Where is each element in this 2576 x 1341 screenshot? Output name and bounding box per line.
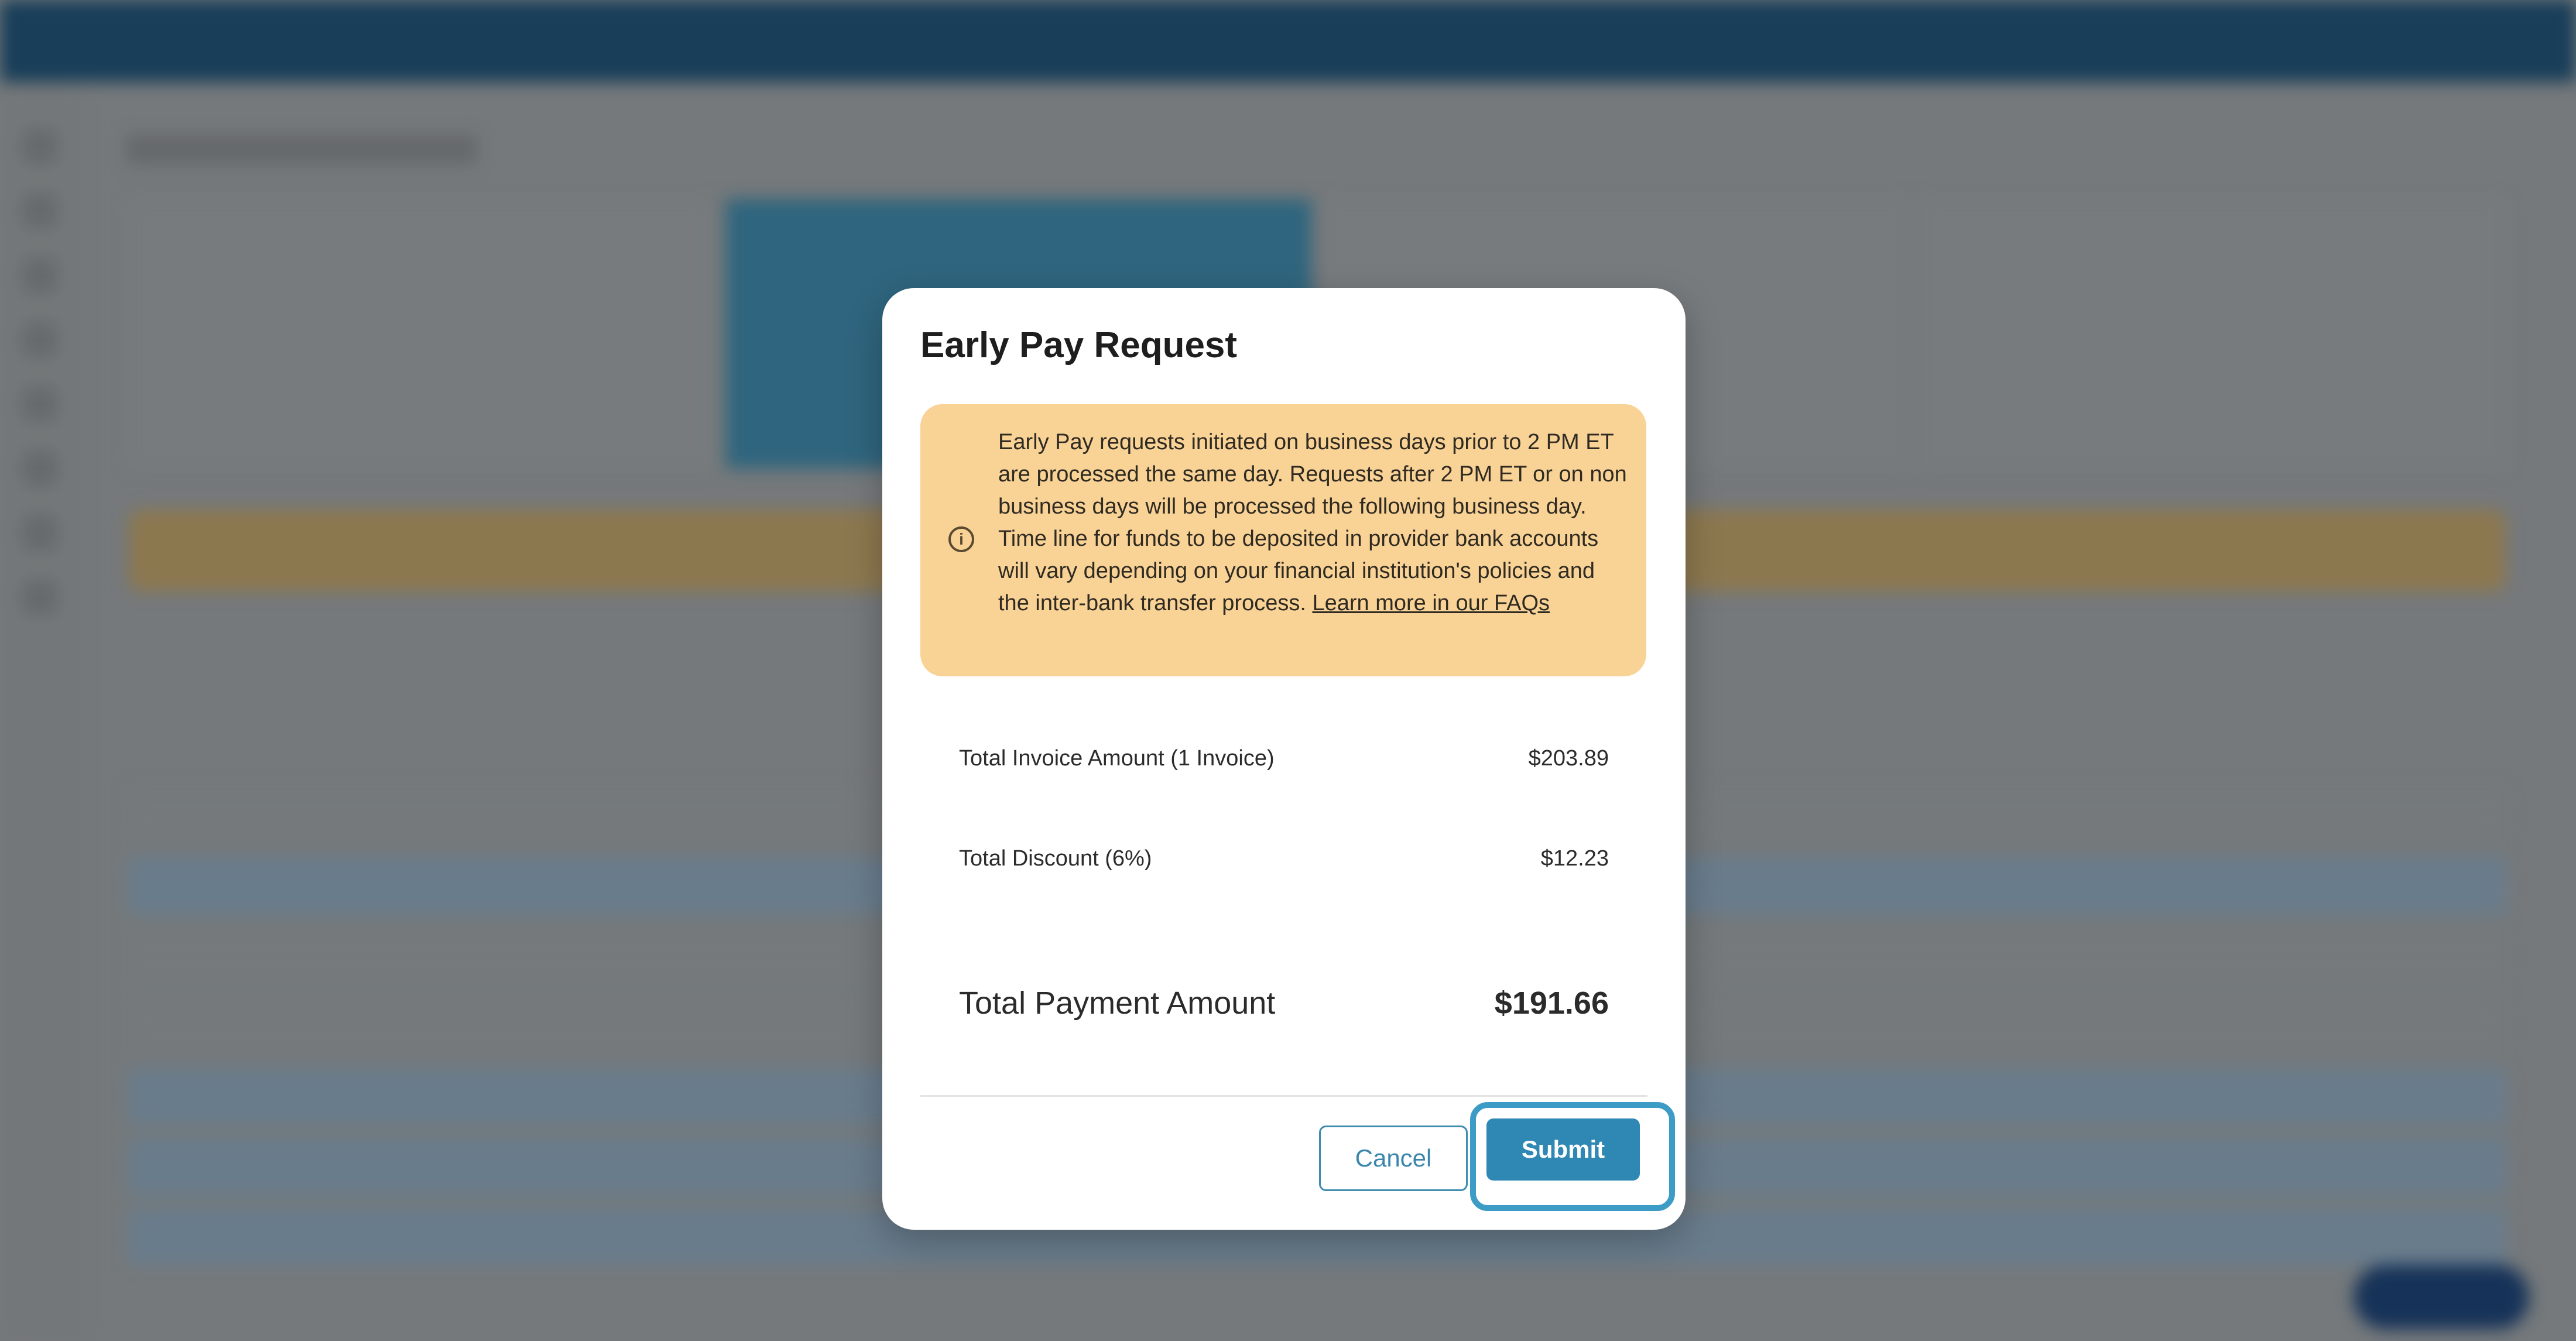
payment-amount-row: Total Payment Amount $191.66 (959, 985, 1609, 1021)
invoice-amount-label: Total Invoice Amount (1 Invoice) (959, 746, 1275, 771)
invoice-amount-value: $203.89 (1528, 746, 1609, 771)
info-icon: i (948, 526, 974, 552)
invoice-amount-row: Total Invoice Amount (1 Invoice) $203.89 (959, 746, 1609, 771)
payment-amount-label: Total Payment Amount (959, 986, 1276, 1021)
discount-value: $12.23 (1540, 846, 1609, 871)
notice-text-block: Early Pay requests initiated on business… (998, 426, 1628, 620)
early-pay-request-dialog: Early Pay Request i Early Pay requests i… (882, 288, 1686, 1230)
processing-notice: i Early Pay requests initiated on busine… (920, 404, 1646, 676)
notice-text: Early Pay requests initiated on business… (998, 430, 1627, 615)
discount-row: Total Discount (6%) $12.23 (959, 846, 1609, 871)
discount-label: Total Discount (6%) (959, 846, 1152, 871)
dialog-title: Early Pay Request (920, 325, 1238, 365)
submit-button[interactable]: Submit (1486, 1118, 1640, 1181)
faq-link[interactable]: Learn more in our FAQs (1312, 591, 1550, 615)
footer-divider (920, 1095, 1647, 1097)
submit-focus-ring: Submit (1470, 1102, 1675, 1211)
cancel-button[interactable]: Cancel (1319, 1126, 1468, 1191)
payment-amount-value: $191.66 (1494, 986, 1609, 1021)
